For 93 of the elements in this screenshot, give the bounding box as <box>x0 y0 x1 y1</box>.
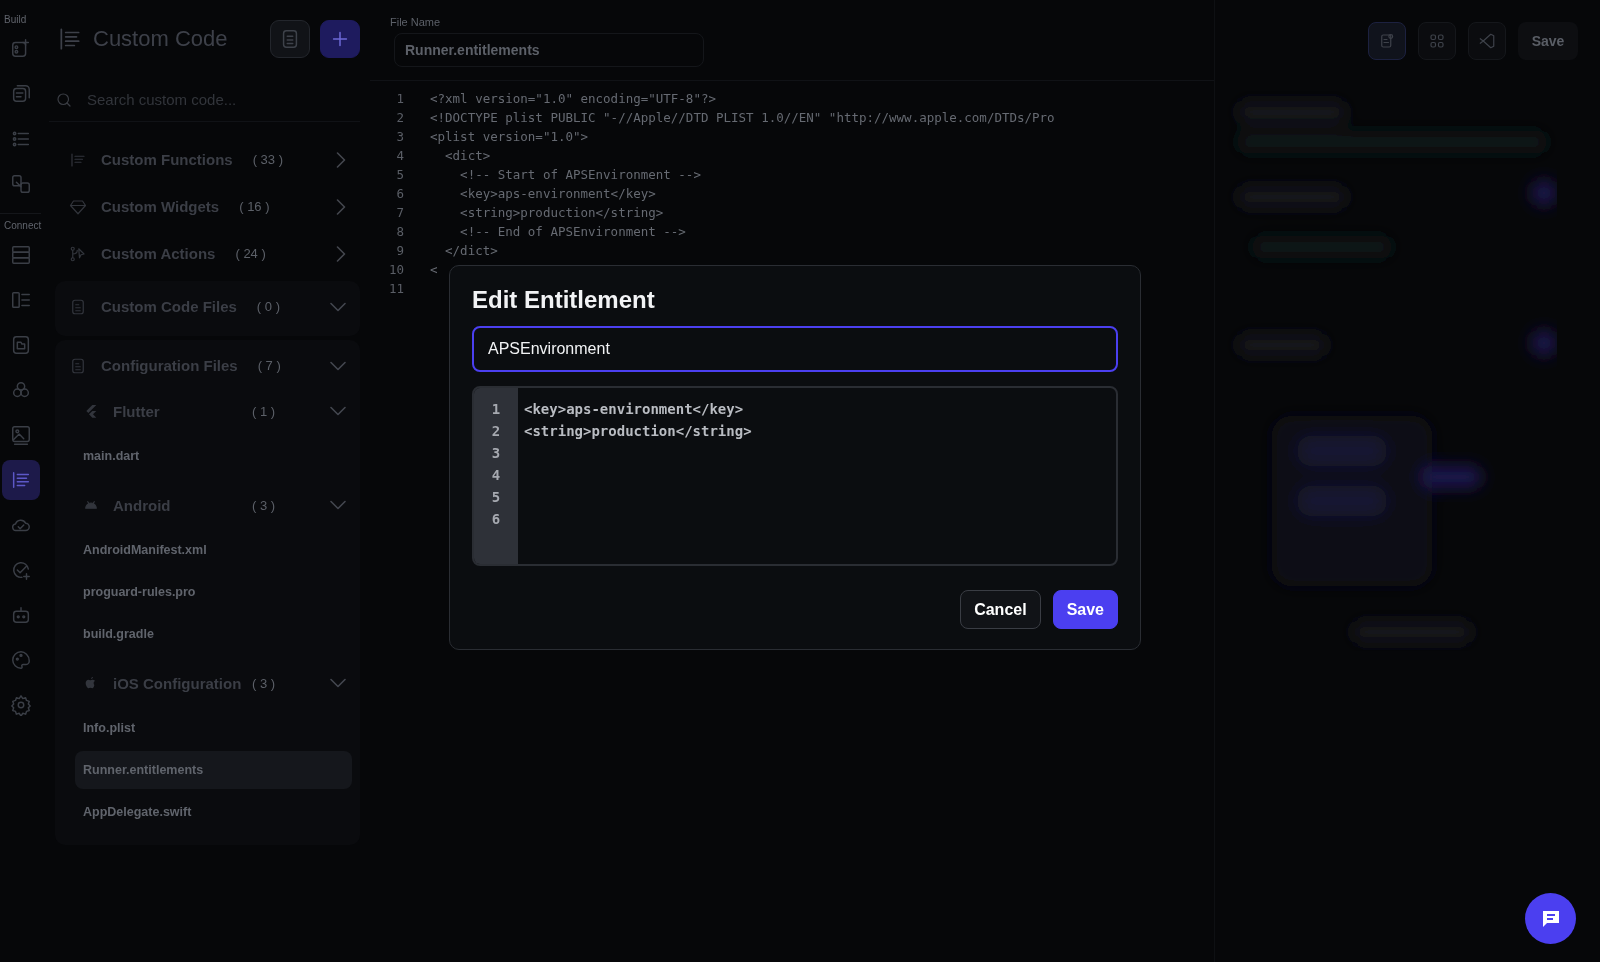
line-number: 4 <box>395 148 404 163</box>
code-line: <string>production</string> <box>459 205 664 220</box>
line-number: 5 <box>395 167 404 182</box>
document-button[interactable] <box>270 20 310 58</box>
line-number: 2 <box>395 110 404 125</box>
line-number: 4 <box>490 467 502 485</box>
file-item[interactable]: proguard-rules.pro <box>75 573 352 611</box>
code-editor-button[interactable] <box>1468 21 1506 60</box>
code-line: <?xml version="1.0" encoding="UTF-8"?> <box>430 91 716 106</box>
save-button[interactable]: Save <box>1052 590 1118 629</box>
file-item[interactable]: build.gradle <box>75 615 352 653</box>
line-number: 11 <box>387 281 404 296</box>
group-label[interactable]: Android <box>113 496 171 514</box>
group-count: ( 3 ) <box>252 497 277 513</box>
line-number: 2 <box>490 423 502 441</box>
chevron-down-icon[interactable] <box>330 406 346 416</box>
field-label: File Name <box>390 16 442 28</box>
file-item[interactable]: main.dart <box>75 437 352 475</box>
grid-icon[interactable] <box>1428 31 1446 50</box>
line-number: 6 <box>490 511 502 529</box>
category-count: ( 16 ) <box>239 199 271 214</box>
grid-button[interactable] <box>1418 21 1456 60</box>
linked-screens-icon[interactable] <box>9 173 32 195</box>
chat-button[interactable] <box>1525 893 1576 944</box>
category-count: ( 0 ) <box>256 299 281 314</box>
chevron-down-icon[interactable] <box>330 301 346 312</box>
code-line: <!-- Start of APSEnvironment --> <box>459 167 701 182</box>
line-number: 3 <box>490 445 502 463</box>
document-search-button[interactable] <box>1368 21 1406 60</box>
code-line: <!DOCTYPE plist PUBLIC "-//Apple//DTD PLIST 1.0//EN" "http://www.apple.com/DTDs/Pro <box>430 110 1055 125</box>
line-number: 10 <box>387 262 404 277</box>
category-count: ( 24 ) <box>235 246 267 261</box>
code-line: <key>aps-environment</key> <box>524 401 745 419</box>
entitlement-name-field[interactable]: APSEnvironment <box>472 326 1118 372</box>
category-label[interactable]: Custom Code Files <box>101 298 237 315</box>
file-item[interactable]: Runner.entitlements <box>75 751 352 789</box>
group-count: ( 3 ) <box>252 675 277 691</box>
layout-list-icon[interactable] <box>9 289 32 311</box>
category-label[interactable]: Custom Actions <box>101 245 216 262</box>
dialog-title: Edit Entitlement <box>472 286 656 314</box>
document-icon <box>69 356 87 375</box>
code-line: < <box>430 262 438 277</box>
custom-code-icon <box>57 26 83 52</box>
category-label[interactable]: Custom Widgets <box>101 198 220 215</box>
file-item[interactable]: Info.plist <box>75 709 352 747</box>
chevron-down-icon[interactable] <box>330 360 346 371</box>
category-count: ( 7 ) <box>257 358 282 373</box>
line-number: 6 <box>395 186 404 201</box>
chevron-right-icon[interactable] <box>336 198 346 215</box>
group-label[interactable]: iOS Configuration <box>113 674 242 692</box>
settings-icon[interactable] <box>9 694 32 716</box>
chevron-right-icon[interactable] <box>336 151 346 168</box>
chevron-right-icon[interactable] <box>336 245 346 262</box>
branch-cursor-icon <box>69 244 87 263</box>
palette-icon[interactable] <box>9 649 32 671</box>
group-count: ( 1 ) <box>252 403 277 419</box>
document-icon <box>69 297 87 316</box>
rail-section-label: Connect <box>3 220 42 231</box>
category-label[interactable]: Configuration Files <box>101 357 238 374</box>
code-line: </dict> <box>444 243 498 258</box>
code-line: <plist version="1.0"> <box>430 129 589 144</box>
document-search-icon[interactable] <box>1378 31 1396 50</box>
file-item[interactable]: AndroidManifest.xml <box>75 531 352 569</box>
line-number: 1 <box>395 91 404 106</box>
group-label[interactable]: Flutter <box>113 402 160 420</box>
rail-button[interactable] <box>1 460 40 500</box>
category-label[interactable]: Custom Functions <box>101 151 233 168</box>
line-number: 9 <box>395 243 404 258</box>
line-number: 8 <box>395 224 404 239</box>
chevron-down-icon[interactable] <box>330 678 346 688</box>
gem-icon <box>69 197 87 216</box>
cancel-button[interactable]: Cancel <box>960 590 1041 629</box>
code-field[interactable]: 1 2 3 4 5 6 <key>aps-environment</key> <string>production</string> <box>472 386 1118 566</box>
search-icon <box>55 90 73 109</box>
code-editor-icon[interactable] <box>1478 31 1496 50</box>
file-name-field[interactable]: Runner.entitlements <box>394 33 704 67</box>
code-line: <key>aps-environment</key> <box>459 186 656 201</box>
image-icon[interactable] <box>9 424 32 446</box>
line-number: 3 <box>395 129 404 144</box>
chevron-down-icon[interactable] <box>330 500 346 510</box>
code-line: <!-- End of APSEnvironment --> <box>459 224 686 239</box>
code-line: <string>production</string> <box>524 423 752 441</box>
category-count: ( 33 ) <box>252 152 284 167</box>
rail-section-label: Build <box>3 14 27 25</box>
line-number: 1 <box>490 401 502 419</box>
line-number: 7 <box>395 205 404 220</box>
database-icon[interactable] <box>9 244 32 266</box>
line-number: 5 <box>490 489 502 507</box>
widget-add-icon[interactable] <box>9 38 32 60</box>
file-item[interactable]: AppDelegate.swift <box>75 793 352 831</box>
code-line: <dict> <box>444 148 491 163</box>
panel-title: Custom Code <box>93 26 229 52</box>
add-button[interactable] <box>320 20 360 58</box>
